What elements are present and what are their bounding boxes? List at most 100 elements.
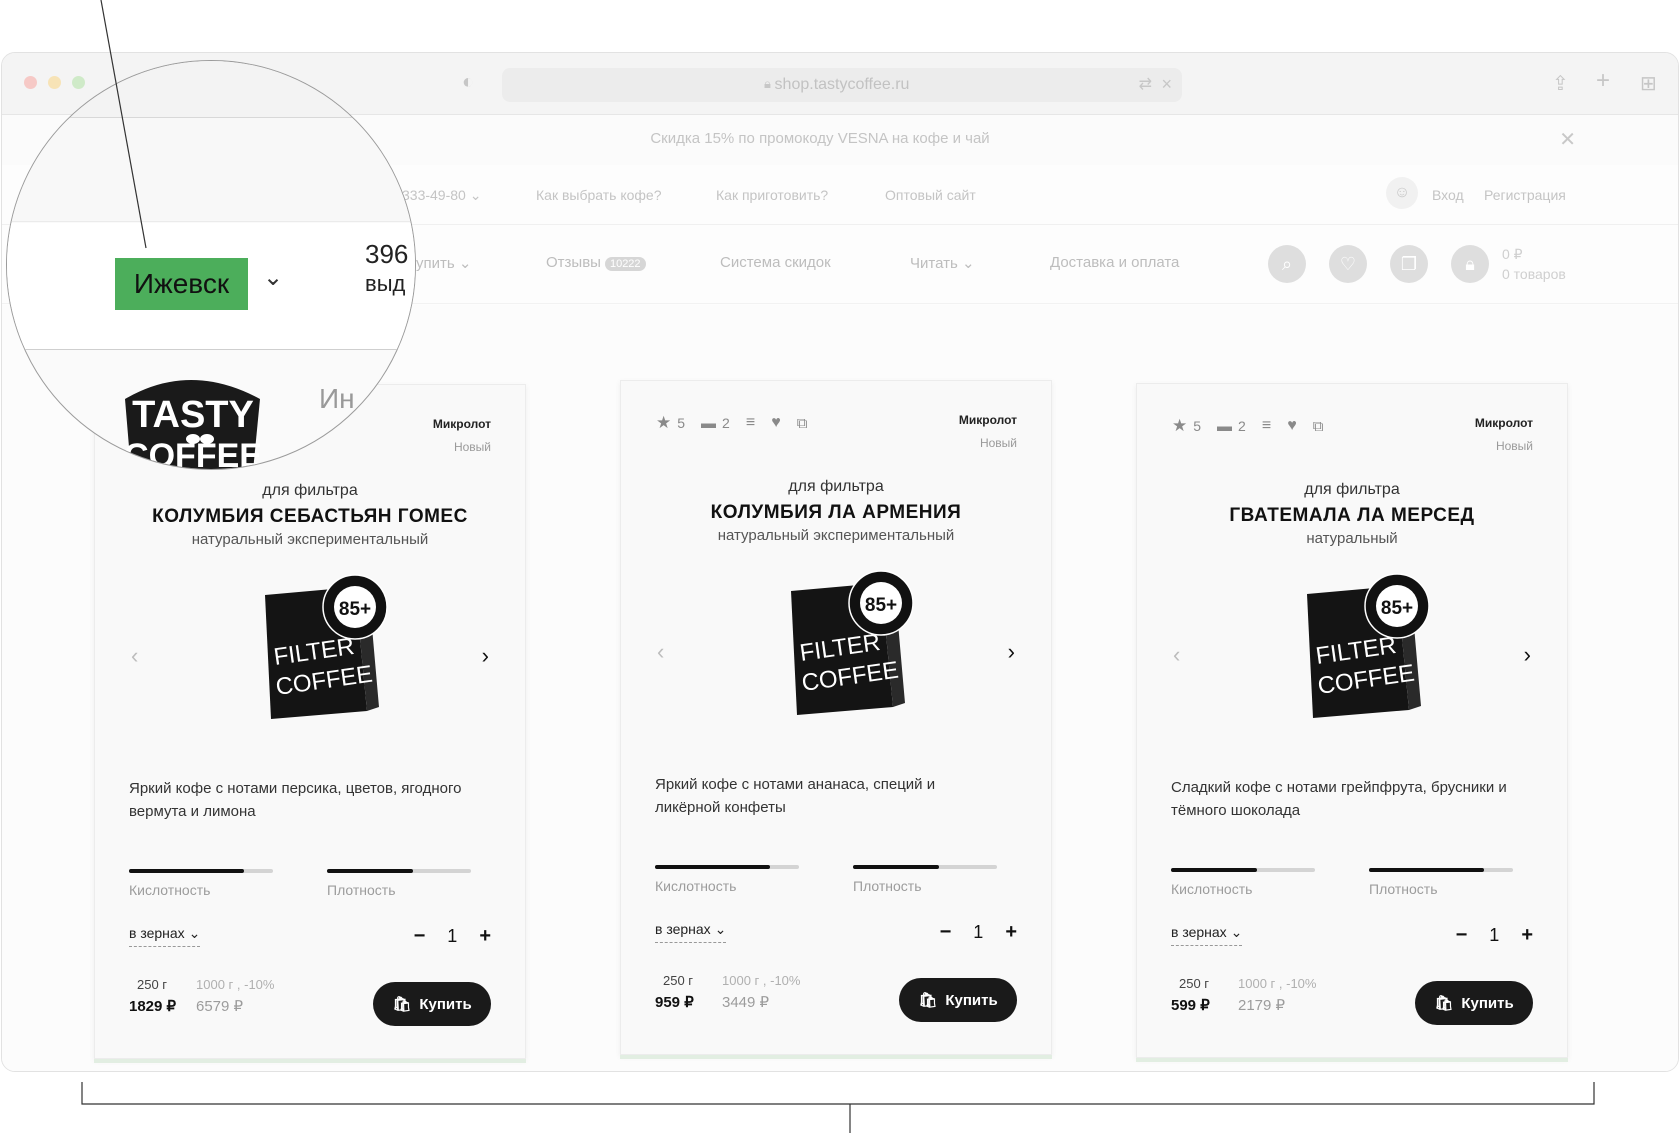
clear-url-icon[interactable]: × [1161, 74, 1172, 95]
search-icon[interactable]: ⌕ [1268, 245, 1306, 283]
weight-option-1000[interactable]: 1000 г , -10% [722, 973, 800, 988]
chevron-left-icon[interactable]: ‹ [131, 643, 138, 669]
coffee-package-image[interactable]: FILTER COFFEE 85+ [247, 573, 397, 723]
comments-count: 2 [1238, 418, 1246, 434]
topnav-link-wholesale[interactable]: Оптовый сайт [885, 187, 976, 203]
rating-value: 5 [677, 415, 686, 431]
quantity-value[interactable]: 1 [973, 922, 983, 943]
weight-option-250[interactable]: 250 г [663, 973, 693, 988]
login-link[interactable]: Вход [1432, 187, 1464, 203]
comments[interactable]: ▬2 [1217, 418, 1246, 435]
user-icon[interactable]: ☺ [1386, 177, 1418, 209]
acidity-fill [1171, 868, 1258, 872]
city-selector[interactable]: Ижевск [115, 258, 248, 310]
magnifier-lens: Ижевск ⌄ 396 выд TASTY COFFEE Ин [6, 60, 416, 470]
quantity-stepper[interactable]: − 1 + [414, 925, 491, 948]
buy-button[interactable]: 🛍︎ Купить [899, 978, 1017, 1022]
weight-option-1000[interactable]: 1000 г , -10% [1238, 976, 1316, 991]
increase-button[interactable]: + [479, 925, 491, 948]
favorites-icon[interactable]: ♡ [1329, 245, 1367, 283]
grind-select[interactable]: в зернах ⌄ [1171, 924, 1243, 946]
chevron-down-icon[interactable]: ⌄ [263, 263, 283, 292]
acidity-fill [655, 865, 771, 869]
chevron-right-icon[interactable]: › [1008, 639, 1015, 665]
decrease-button[interactable]: − [1456, 924, 1468, 947]
chevron-left-icon[interactable]: ‹ [657, 639, 664, 665]
details-icon[interactable]: ≡ [1262, 417, 1271, 435]
brew-method: для фильтра [1304, 481, 1400, 498]
quantity-stepper[interactable]: − 1 + [940, 921, 1017, 944]
address-bar[interactable]: 🔒︎ shop.tastycoffee.ru ⇄ × [502, 68, 1182, 102]
new-tab-icon[interactable]: + [1596, 67, 1610, 95]
translate-icon[interactable]: ⇄ [1139, 74, 1152, 94]
grind-select[interactable]: в зернах ⌄ [655, 921, 727, 943]
product-card[interactable]: ★ 5 ▬ 2 ≡ ♥ ⧉ Микролот Новый для фильтра Г… [1136, 383, 1568, 1058]
privacy-shield-icon[interactable]: ◐ [462, 71, 474, 94]
compare-icon[interactable]: ❐ [1390, 245, 1428, 283]
cart-count[interactable]: 0 товаров [1502, 266, 1566, 282]
cart-price[interactable]: 0 ₽ [1502, 246, 1523, 263]
product-description: Сладкий кофе с нотами грейпфрута, брусни… [1171, 779, 1507, 819]
heart-icon[interactable]: ♥ [771, 414, 781, 432]
product-card[interactable]: ★5 ▬2 ≡ ♥ ⧉ Микролот Новый для фильтра К… [94, 384, 526, 1059]
register-link[interactable]: Регистрация [1484, 187, 1566, 203]
weight-option-250[interactable]: 250 г [1179, 976, 1209, 991]
brew-method: для фильтра [262, 482, 358, 499]
magnified-toolbar [7, 61, 415, 118]
cart-bag-icon: 🛍︎ [392, 996, 412, 1013]
topnav-link-choose[interactable]: Как выбрать кофе? [536, 187, 662, 203]
grind-select[interactable]: в зернах ⌄ [129, 925, 201, 947]
acidity-fill [129, 869, 245, 873]
nav-read[interactable]: Читать ⌄ [910, 254, 975, 272]
coffee-package-image[interactable]: FILTER COFFEE 85+ [773, 569, 923, 719]
details-icon[interactable]: ≡ [746, 414, 755, 432]
nav-buy[interactable]: упить ⌄ [416, 254, 471, 272]
quantity-value[interactable]: 1 [447, 926, 457, 947]
promo-close-icon[interactable]: ✕ [1559, 127, 1576, 152]
decrease-button[interactable]: − [414, 925, 426, 948]
buy-button[interactable]: 🛍︎ Купить [373, 982, 491, 1026]
decrease-button[interactable]: − [940, 921, 952, 944]
product-description: Яркий кофе с нотами ананаса, специй и ли… [655, 776, 936, 816]
density-label: Плотность [327, 882, 396, 898]
rating[interactable]: ★5 [656, 413, 685, 433]
cart-icon[interactable]: 🔒︎ [1451, 245, 1489, 283]
increase-button[interactable]: + [1521, 924, 1533, 947]
nav-delivery[interactable]: Доставка и оплата [1050, 254, 1179, 271]
heart-icon[interactable]: ♥ [1287, 417, 1297, 435]
chevron-left-icon[interactable]: ‹ [1173, 642, 1180, 668]
chevron-down-icon: ⌄ [714, 921, 727, 937]
processing-type: натуральный экспериментальный [191, 531, 429, 548]
product-description: Яркий кофе с нотами персика, цветов, яго… [129, 780, 462, 820]
logo-text-fragment: Ин [319, 383, 355, 414]
density-fill [1369, 868, 1485, 872]
product-title[interactable]: КОЛУМБИЯ ЛА АРМЕНИЯ [621, 502, 1051, 524]
product-title[interactable]: КОЛУМБИЯ СЕБАСТЬЯН ГОМЕС [95, 506, 525, 528]
coffee-package-image[interactable]: FILTER COFFEE 85+ [1289, 572, 1439, 722]
price-250: 959 ₽ [655, 994, 694, 1011]
chevron-right-icon[interactable]: › [1524, 642, 1531, 668]
nav-reviews[interactable]: Отзывы 10222 [546, 254, 646, 271]
weight-option-1000[interactable]: 1000 г , -10% [196, 977, 274, 992]
rating[interactable]: ★5 [1172, 416, 1201, 436]
compare-add-icon[interactable]: ⧉ [1313, 418, 1324, 435]
increase-button[interactable]: + [1005, 921, 1017, 944]
chevron-right-icon[interactable]: › [482, 643, 489, 669]
tasty-coffee-logo[interactable]: TASTY COFFEE [115, 361, 275, 470]
product-title[interactable]: ГВАТЕМАЛА ЛА МЕРСЕД [1137, 505, 1567, 527]
nav-discounts[interactable]: Система скидок [720, 254, 831, 271]
buy-button[interactable]: 🛍︎ Купить [1415, 981, 1533, 1025]
product-meta: ★5 ▬2 ≡ ♥ ⧉ [656, 413, 807, 433]
compare-add-icon[interactable]: ⧉ [797, 415, 808, 432]
quantity-stepper[interactable]: − 1 + [1456, 924, 1533, 947]
comments[interactable]: ▬2 [701, 415, 730, 432]
weight-option-250[interactable]: 250 г [137, 977, 167, 992]
grind-value: в зернах [129, 925, 185, 941]
grind-value: в зернах [655, 921, 711, 937]
quantity-value[interactable]: 1 [1489, 925, 1499, 946]
grind-value: в зернах [1171, 924, 1227, 940]
share-icon[interactable]: ⇪ [1552, 71, 1569, 96]
product-card[interactable]: ★5 ▬2 ≡ ♥ ⧉ Микролот Новый для фильтра К… [620, 380, 1052, 1055]
topnav-link-brew[interactable]: Как приготовить? [716, 187, 828, 203]
tab-overview-icon[interactable]: ⊞ [1640, 71, 1657, 96]
